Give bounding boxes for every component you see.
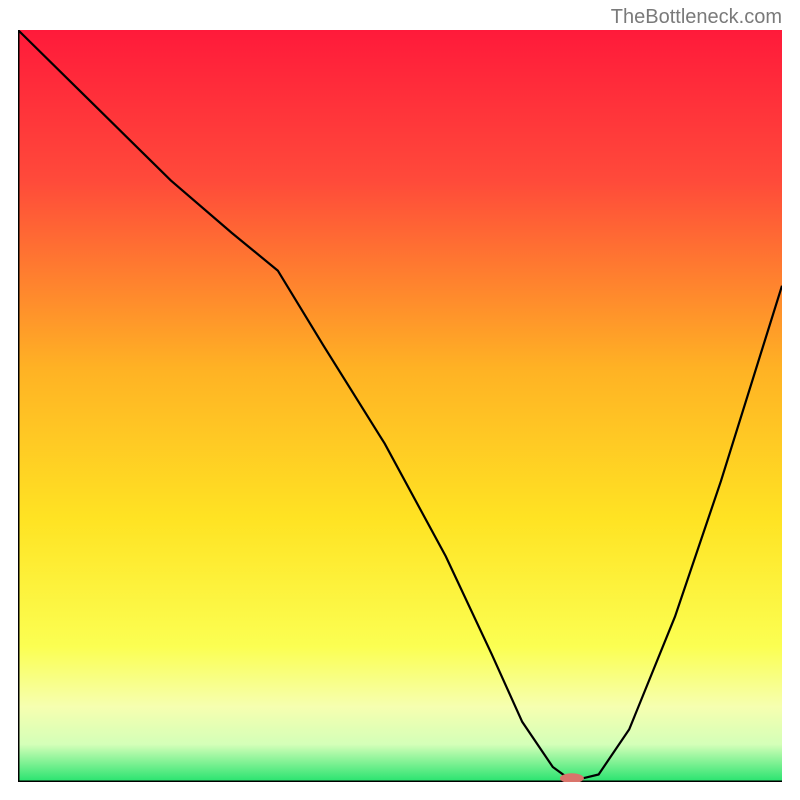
chart-svg: [18, 30, 782, 782]
chart-area: [18, 30, 782, 782]
watermark-text: TheBottleneck.com: [611, 6, 782, 29]
